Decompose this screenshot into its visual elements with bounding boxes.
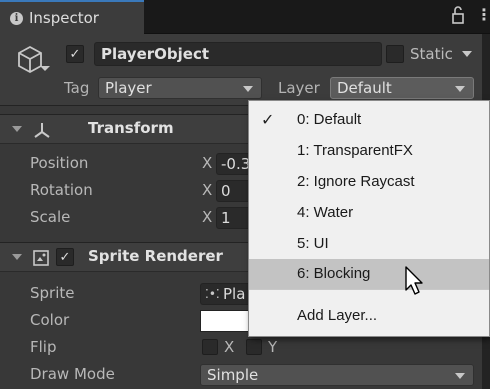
tab-bar: i Inspector ⋮ <box>0 0 490 34</box>
flip-y-checkbox[interactable] <box>246 339 262 355</box>
sprite-object-icon: ⁚•⁚ <box>205 287 220 301</box>
static-checkbox[interactable] <box>386 45 404 63</box>
sprite-renderer-icon <box>33 250 49 266</box>
menu-item-layer-transparentfx[interactable]: 1: TransparentFX <box>249 136 489 166</box>
menu-item-label: 5: UI <box>297 235 329 252</box>
fold-arrow-icon[interactable] <box>12 254 22 260</box>
lock-icon[interactable] <box>452 6 464 24</box>
layer-popup-menu: ✓ 0: Default 1: TransparentFX 2: Ignore … <box>248 100 490 337</box>
layer-label: Layer <box>278 79 320 97</box>
checkmark-icon: ✓ <box>261 112 275 129</box>
rotation-label: Rotation <box>30 181 93 199</box>
sprite-value: Pla <box>223 285 246 303</box>
menu-item-label: 2: Ignore Raycast <box>297 173 415 190</box>
draw-mode-label: Draw Mode <box>30 365 115 383</box>
menu-item-label: 6: Blocking <box>297 265 371 282</box>
menu-item-label: 0: Default <box>297 111 362 128</box>
menu-item-label: 4: Water <box>297 204 354 221</box>
transform-title: Transform <box>88 119 174 137</box>
object-header: ✓ PlayerObject Static Tag Player Layer D… <box>0 34 490 106</box>
more-options-icon[interactable]: ⋮ <box>476 6 490 24</box>
flip-label: Flip <box>30 338 57 356</box>
active-checkbox[interactable]: ✓ <box>66 45 84 63</box>
tag-label: Tag <box>64 79 90 97</box>
tag-value: Player <box>105 79 152 97</box>
menu-item-label: 1: TransparentFX <box>297 142 413 159</box>
chevron-down-icon <box>455 373 465 379</box>
icon-dropdown-caret[interactable] <box>40 66 50 71</box>
menu-item-label: Add Layer... <box>297 307 378 324</box>
draw-mode-value: Simple <box>207 366 259 384</box>
layer-value: Default <box>337 79 392 97</box>
sprite-label: Sprite <box>30 284 75 302</box>
menu-item-add-layer[interactable]: Add Layer... <box>249 301 489 331</box>
menu-separator <box>249 289 489 290</box>
color-label: Color <box>30 311 70 329</box>
static-dropdown-icon[interactable] <box>462 51 472 57</box>
sprite-renderer-enabled-checkbox[interactable]: ✓ <box>56 248 74 266</box>
layer-dropdown[interactable]: Default <box>330 77 474 99</box>
gameobject-cube-icon[interactable] <box>16 44 44 76</box>
menu-item-layer-blocking[interactable]: 6: Blocking <box>249 259 489 289</box>
tab-title: Inspector <box>29 9 99 27</box>
menu-item-layer-water[interactable]: 4: Water <box>249 198 489 228</box>
chevron-down-icon <box>243 86 253 92</box>
menu-item-layer-ui[interactable]: 5: UI <box>249 229 489 259</box>
static-label: Static <box>410 45 453 63</box>
mouse-cursor-icon <box>405 266 423 295</box>
chevron-down-icon <box>455 86 465 92</box>
menu-item-layer-default[interactable]: ✓ 0: Default <box>249 105 489 135</box>
scale-x-label: X <box>202 208 213 226</box>
fold-arrow-icon[interactable] <box>12 126 22 132</box>
draw-mode-dropdown[interactable]: Simple <box>200 364 474 386</box>
scale-label: Scale <box>30 208 71 226</box>
position-label: Position <box>30 154 89 172</box>
object-name-field[interactable]: PlayerObject <box>94 42 382 66</box>
tab-inspector[interactable]: i Inspector <box>0 0 144 34</box>
info-icon: i <box>10 11 23 25</box>
sprite-renderer-title: Sprite Renderer <box>88 247 223 265</box>
tag-dropdown[interactable]: Player <box>98 77 262 99</box>
position-x-label: X <box>202 154 213 172</box>
flip-x-label: X <box>224 338 235 356</box>
menu-item-layer-ignore-raycast[interactable]: 2: Ignore Raycast <box>249 167 489 197</box>
transform-axes-icon <box>34 123 50 138</box>
flip-y-label: Y <box>268 338 278 356</box>
flip-x-checkbox[interactable] <box>202 339 218 355</box>
rotation-x-label: X <box>202 181 213 199</box>
